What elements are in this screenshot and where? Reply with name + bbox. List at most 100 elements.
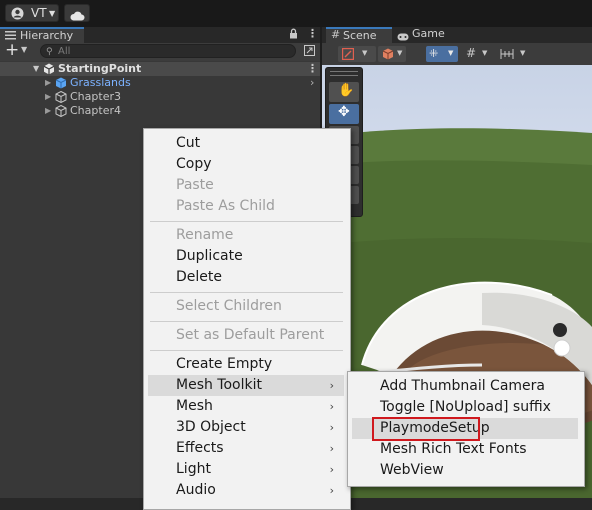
- chevron-down-icon[interactable]: ▼: [21, 45, 27, 54]
- menu-item-label: Copy: [176, 156, 212, 172]
- user-circle-icon: [11, 7, 24, 25]
- scene-visibility-icon[interactable]: [304, 45, 315, 59]
- highlight-outline: [372, 417, 480, 441]
- tab-scene[interactable]: # Scene: [326, 27, 392, 43]
- chevron-down-icon: ▼: [448, 49, 454, 57]
- menu-item-set-default-parent[interactable]: Set as Default Parent: [148, 325, 344, 346]
- menu-item-label: Effects: [176, 440, 224, 456]
- chevron-right-icon: ›: [329, 400, 334, 413]
- menu-item-label: Paste As Child: [176, 198, 275, 214]
- grid-icon: #: [331, 28, 341, 41]
- menu-item-label: Light: [176, 461, 211, 477]
- tree-row-label: Chapter3: [70, 90, 121, 103]
- collapsed-arrow-icon[interactable]: ▶: [45, 76, 51, 90]
- menu-item-label: Paste: [176, 177, 214, 193]
- more-options-icon[interactable]: ⋮: [307, 27, 318, 40]
- menu-item-mesh-toolkit[interactable]: Mesh Toolkit ›: [148, 375, 344, 396]
- menu-item-copy[interactable]: Copy: [148, 154, 344, 175]
- account-label: VT: [31, 6, 47, 20]
- menu-item-cut[interactable]: Cut: [148, 133, 344, 154]
- chevron-down-icon: ▼: [49, 9, 56, 18]
- cloud-button[interactable]: [64, 4, 90, 22]
- main-toolbar: VT ▼: [0, 0, 592, 27]
- tree-row-chapter3[interactable]: ▶ Chapter3: [0, 90, 320, 104]
- cloud-icon: [70, 8, 85, 26]
- chevron-down-icon: ▼: [482, 49, 488, 57]
- snap-icon: [500, 48, 514, 63]
- menu-item-effects[interactable]: Effects ›: [148, 438, 344, 459]
- chevron-right-icon: ›: [329, 421, 334, 434]
- snap-increment-dropdown[interactable]: ▼: [498, 46, 532, 62]
- grid-snap-dropdown[interactable]: # ▼: [464, 46, 494, 62]
- context-menu: Cut Copy Paste Paste As Child Rename Dup…: [143, 128, 351, 510]
- menu-item-paste[interactable]: Paste: [148, 175, 344, 196]
- menu-item-create-empty[interactable]: Create Empty: [148, 354, 344, 375]
- menu-separator: [150, 221, 343, 222]
- menu-separator: [150, 292, 343, 293]
- scene-toolbar: ▼ ▼ ⁜ ▼ # ▼ ▼: [322, 43, 592, 66]
- draw-mode-dropdown[interactable]: ▼: [338, 46, 376, 62]
- menu-item-label: Duplicate: [176, 248, 243, 264]
- hand-tool-button[interactable]: ✋: [329, 82, 359, 102]
- menu-item-rename[interactable]: Rename: [148, 225, 344, 246]
- submenu-item-toggle-noupload[interactable]: Toggle [NoUpload] suffix: [352, 397, 578, 418]
- more-options-icon[interactable]: ⋮: [307, 62, 318, 76]
- move-tool-button[interactable]: ✥: [329, 104, 359, 124]
- menu-item-label: Audio: [176, 482, 216, 498]
- gizmo-toggle[interactable]: ⁜ ▼: [426, 46, 458, 62]
- cube-icon: [382, 48, 394, 63]
- tree-row-label: StartingPoint: [58, 62, 142, 75]
- hierarchy-search-input[interactable]: ⚲ All: [40, 44, 296, 58]
- menu-item-label: Add Thumbnail Camera: [380, 378, 545, 394]
- chevron-right-icon: ›: [329, 379, 334, 392]
- hierarchy-search-row: + ▼ ⚲ All: [0, 40, 320, 62]
- draw-mode-icon: [341, 47, 355, 63]
- chevron-down-icon: ▼: [520, 49, 526, 57]
- menu-item-paste-as-child[interactable]: Paste As Child: [148, 196, 344, 217]
- menu-item-light[interactable]: Light ›: [148, 459, 344, 480]
- tree-row-root[interactable]: ▼ StartingPoint ⋮: [0, 62, 320, 76]
- menu-item-label: Mesh Rich Text Fonts: [380, 441, 527, 457]
- hand-icon: ✋: [338, 83, 355, 98]
- search-icon: ⚲: [46, 47, 53, 57]
- tab-game-label: Game: [412, 27, 445, 40]
- gameobject-cube-icon: [55, 104, 67, 121]
- drag-handle[interactable]: [330, 71, 358, 76]
- move-arrows-icon: ✥: [338, 104, 350, 120]
- menu-item-3d-object[interactable]: 3D Object ›: [148, 417, 344, 438]
- menu-item-label: Set as Default Parent: [176, 327, 325, 343]
- menu-item-label: Cut: [176, 135, 201, 151]
- submenu-item-mesh-rich-text-fonts[interactable]: Mesh Rich Text Fonts: [352, 439, 578, 460]
- add-icon[interactable]: +: [5, 40, 19, 60]
- menu-item-mesh[interactable]: Mesh ›: [148, 396, 344, 417]
- menu-item-duplicate[interactable]: Duplicate: [148, 246, 344, 267]
- submenu-item-webview[interactable]: WebView: [352, 460, 578, 481]
- shading-dropdown[interactable]: ▼: [378, 46, 406, 62]
- menu-item-label: WebView: [380, 462, 444, 478]
- tree-row-chapter4[interactable]: ▶ Chapter4: [0, 104, 320, 118]
- menu-item-select-children[interactable]: Select Children: [148, 296, 344, 317]
- search-placeholder: All: [58, 46, 71, 57]
- menu-item-delete[interactable]: Delete: [148, 267, 344, 288]
- hierarchy-tab-bar: Hierarchy ⋮: [0, 27, 320, 43]
- collapsed-arrow-icon[interactable]: ▶: [45, 104, 51, 118]
- menu-item-label: Select Children: [176, 298, 282, 314]
- chevron-right-icon[interactable]: ›: [310, 76, 314, 90]
- chevron-right-icon: ›: [329, 442, 334, 455]
- submenu-item-add-thumbnail-camera[interactable]: Add Thumbnail Camera: [352, 376, 578, 397]
- lock-icon[interactable]: [289, 28, 298, 42]
- menu-item-label: Mesh: [176, 398, 213, 414]
- menu-item-label: Mesh Toolkit: [176, 377, 262, 393]
- move-gizmo-icon: ⁜: [429, 47, 439, 60]
- chevron-down-icon: ▼: [362, 49, 368, 57]
- menu-item-label: Toggle [NoUpload] suffix: [380, 399, 551, 415]
- tab-game[interactable]: Game: [394, 27, 454, 43]
- account-dropdown[interactable]: VT ▼: [5, 4, 59, 22]
- hierarchy-tab-label: Hierarchy: [20, 29, 74, 42]
- grid-icon: #: [466, 46, 477, 60]
- tree-row-grasslands[interactable]: ▶ Grasslands ›: [0, 76, 320, 90]
- collapsed-arrow-icon[interactable]: ▶: [45, 90, 51, 104]
- menu-item-label: Create Empty: [176, 356, 273, 372]
- expand-arrow-icon[interactable]: ▼: [33, 62, 39, 76]
- chevron-right-icon: ›: [329, 463, 334, 476]
